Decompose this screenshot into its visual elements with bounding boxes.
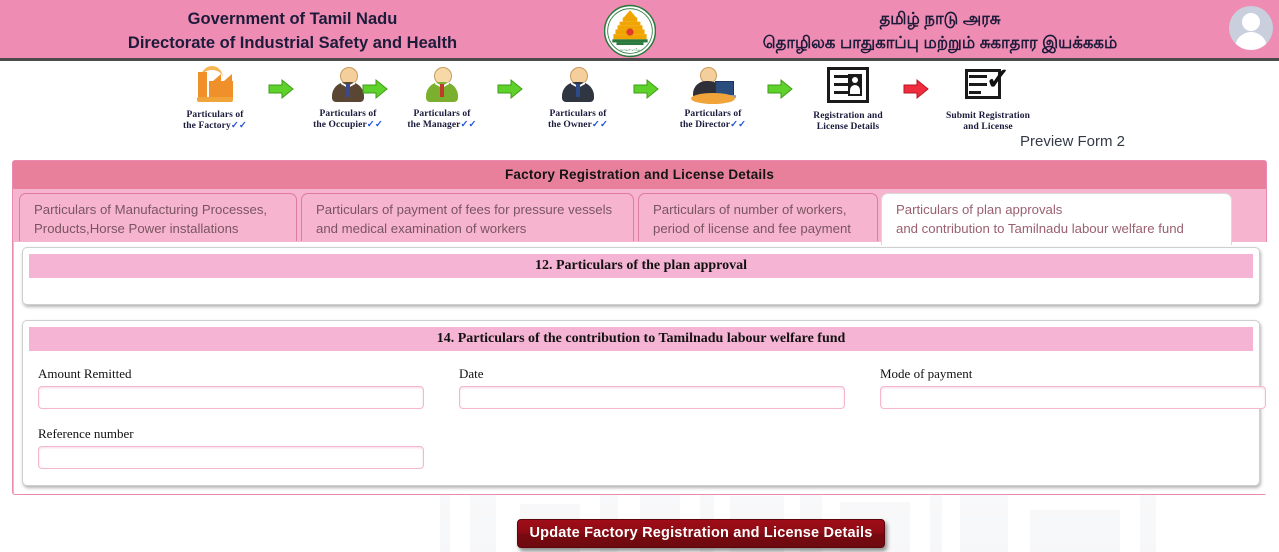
- tab-bar: Particulars of Manufacturing Processes, …: [13, 189, 1266, 245]
- panel-title: Factory Registration and License Details: [13, 161, 1266, 189]
- owner-icon: [518, 65, 638, 107]
- site-header: Government of Tamil Nadu Directorate of …: [0, 0, 1279, 61]
- header-tamil-line1: தமிழ் நாடு அரசு: [879, 10, 1001, 28]
- step-label: Particulars of the Owner✓✓: [547, 109, 609, 130]
- tab-label-line2: and contribution to Tamilnadu labour wel…: [896, 221, 1184, 236]
- tab-payment-of-fees[interactable]: Particulars of payment of fees for press…: [301, 193, 634, 241]
- manager-icon: [382, 65, 502, 107]
- submit-registration-icon: ✓: [928, 65, 1048, 109]
- field-reference-number: Reference number: [38, 426, 424, 469]
- tab-manufacturing-processes[interactable]: Particulars of Manufacturing Processes, …: [19, 193, 297, 241]
- label-reference-number: Reference number: [38, 426, 134, 441]
- header-gov-line1: Government of Tamil Nadu: [187, 10, 398, 28]
- avatar-body: [1235, 32, 1267, 50]
- step-particulars-of-the-owner[interactable]: Particulars of the Owner✓✓: [518, 64, 638, 131]
- label-amount-remitted: Amount Remitted: [38, 366, 132, 381]
- step-label: Submit Registration and License: [946, 111, 1030, 132]
- date-input[interactable]: [459, 386, 845, 409]
- mode-of-payment-input[interactable]: [880, 386, 1266, 409]
- step-registration-and-license-details[interactable]: Registration and License Details: [788, 64, 908, 133]
- avatar-head: [1242, 13, 1260, 31]
- card-labour-welfare-fund: 14. Particulars of the contribution to T…: [22, 320, 1266, 486]
- director-icon: [653, 65, 773, 107]
- header-gov-line2: Directorate of Industrial Safety and Hea…: [127, 34, 458, 52]
- card-plan-approval: 12. Particulars of the plan approval: [22, 247, 1260, 305]
- tab-plan-approvals[interactable]: Particulars of plan approvals and contri…: [881, 193, 1232, 245]
- step-particulars-of-the-manager[interactable]: Particulars of the Manager✓✓: [382, 64, 502, 131]
- tab-label-line1: Particulars of Manufacturing Processes,: [34, 202, 268, 217]
- user-avatar[interactable]: [1229, 6, 1273, 50]
- workflow-stepper: Particulars of the Factory✓✓ Particulars…: [0, 64, 1279, 136]
- tab-label-line1: Particulars of number of workers,: [653, 202, 847, 217]
- preview-form-2-link[interactable]: Preview Form 2: [1020, 133, 1125, 150]
- tab-label-line1: Particulars of payment of fees for press…: [316, 202, 613, 217]
- step-label: Particulars of the Manager✓✓: [407, 109, 477, 130]
- header-tamil-line2: தொழிலக பாதுகாப்பு மற்றும் சுகாதார இயக்கக…: [762, 34, 1118, 52]
- registration-card-icon: [788, 67, 908, 109]
- svg-text:வாய்மையே: வாய்மையே: [620, 48, 641, 52]
- step-label: Particulars of the Director✓✓: [679, 109, 747, 130]
- step-label: Particulars of the Factory✓✓: [183, 110, 247, 131]
- label-mode-of-payment: Mode of payment: [880, 366, 973, 381]
- factory-registration-panel: Factory Registration and License Details…: [12, 160, 1267, 495]
- tab-label-line2: and medical examination of workers: [316, 221, 527, 236]
- factory-icon: [155, 66, 275, 108]
- step-particulars-of-the-director[interactable]: Particulars of the Director✓✓: [653, 64, 773, 131]
- card-heading-plan-approval: 12. Particulars of the plan approval: [29, 254, 1253, 278]
- step-submit-registration-and-license[interactable]: ✓ Submit Registration and License: [928, 64, 1048, 133]
- card-heading-labour-welfare-fund: 14. Particulars of the contribution to T…: [29, 327, 1253, 351]
- tab-number-of-workers[interactable]: Particulars of number of workers, period…: [638, 193, 878, 241]
- reference-number-input[interactable]: [38, 446, 424, 469]
- page-root: Government of Tamil Nadu Directorate of …: [0, 0, 1279, 552]
- step-label: Registration and License Details: [813, 111, 883, 132]
- tamil-nadu-emblem-icon: வாய்மையே: [604, 4, 656, 58]
- tab-label-line2: Products,Horse Power installations: [34, 221, 239, 236]
- field-mode-of-payment: Mode of payment: [880, 366, 1266, 409]
- field-amount-remitted: Amount Remitted: [38, 366, 424, 409]
- header-tamil-title: தமிழ் நாடு அரசு தொழிலக பாதுகாப்பு மற்றும…: [660, 7, 1220, 55]
- update-factory-registration-button[interactable]: Update Factory Registration and License …: [517, 519, 885, 548]
- tab-content-plan-approvals: 12. Particulars of the plan approval 14.…: [14, 242, 1267, 494]
- tab-label-line1: Particulars of plan approvals: [896, 202, 1063, 217]
- field-date: Date: [459, 366, 845, 409]
- arrow-right-icon-6: [903, 78, 929, 100]
- amount-remitted-input[interactable]: [38, 386, 424, 409]
- header-english-title: Government of Tamil Nadu Directorate of …: [0, 7, 585, 55]
- step-particulars-of-the-factory[interactable]: Particulars of the Factory✓✓: [155, 64, 275, 132]
- label-date: Date: [459, 366, 484, 381]
- tab-label-line2: period of license and fee payment: [653, 221, 851, 236]
